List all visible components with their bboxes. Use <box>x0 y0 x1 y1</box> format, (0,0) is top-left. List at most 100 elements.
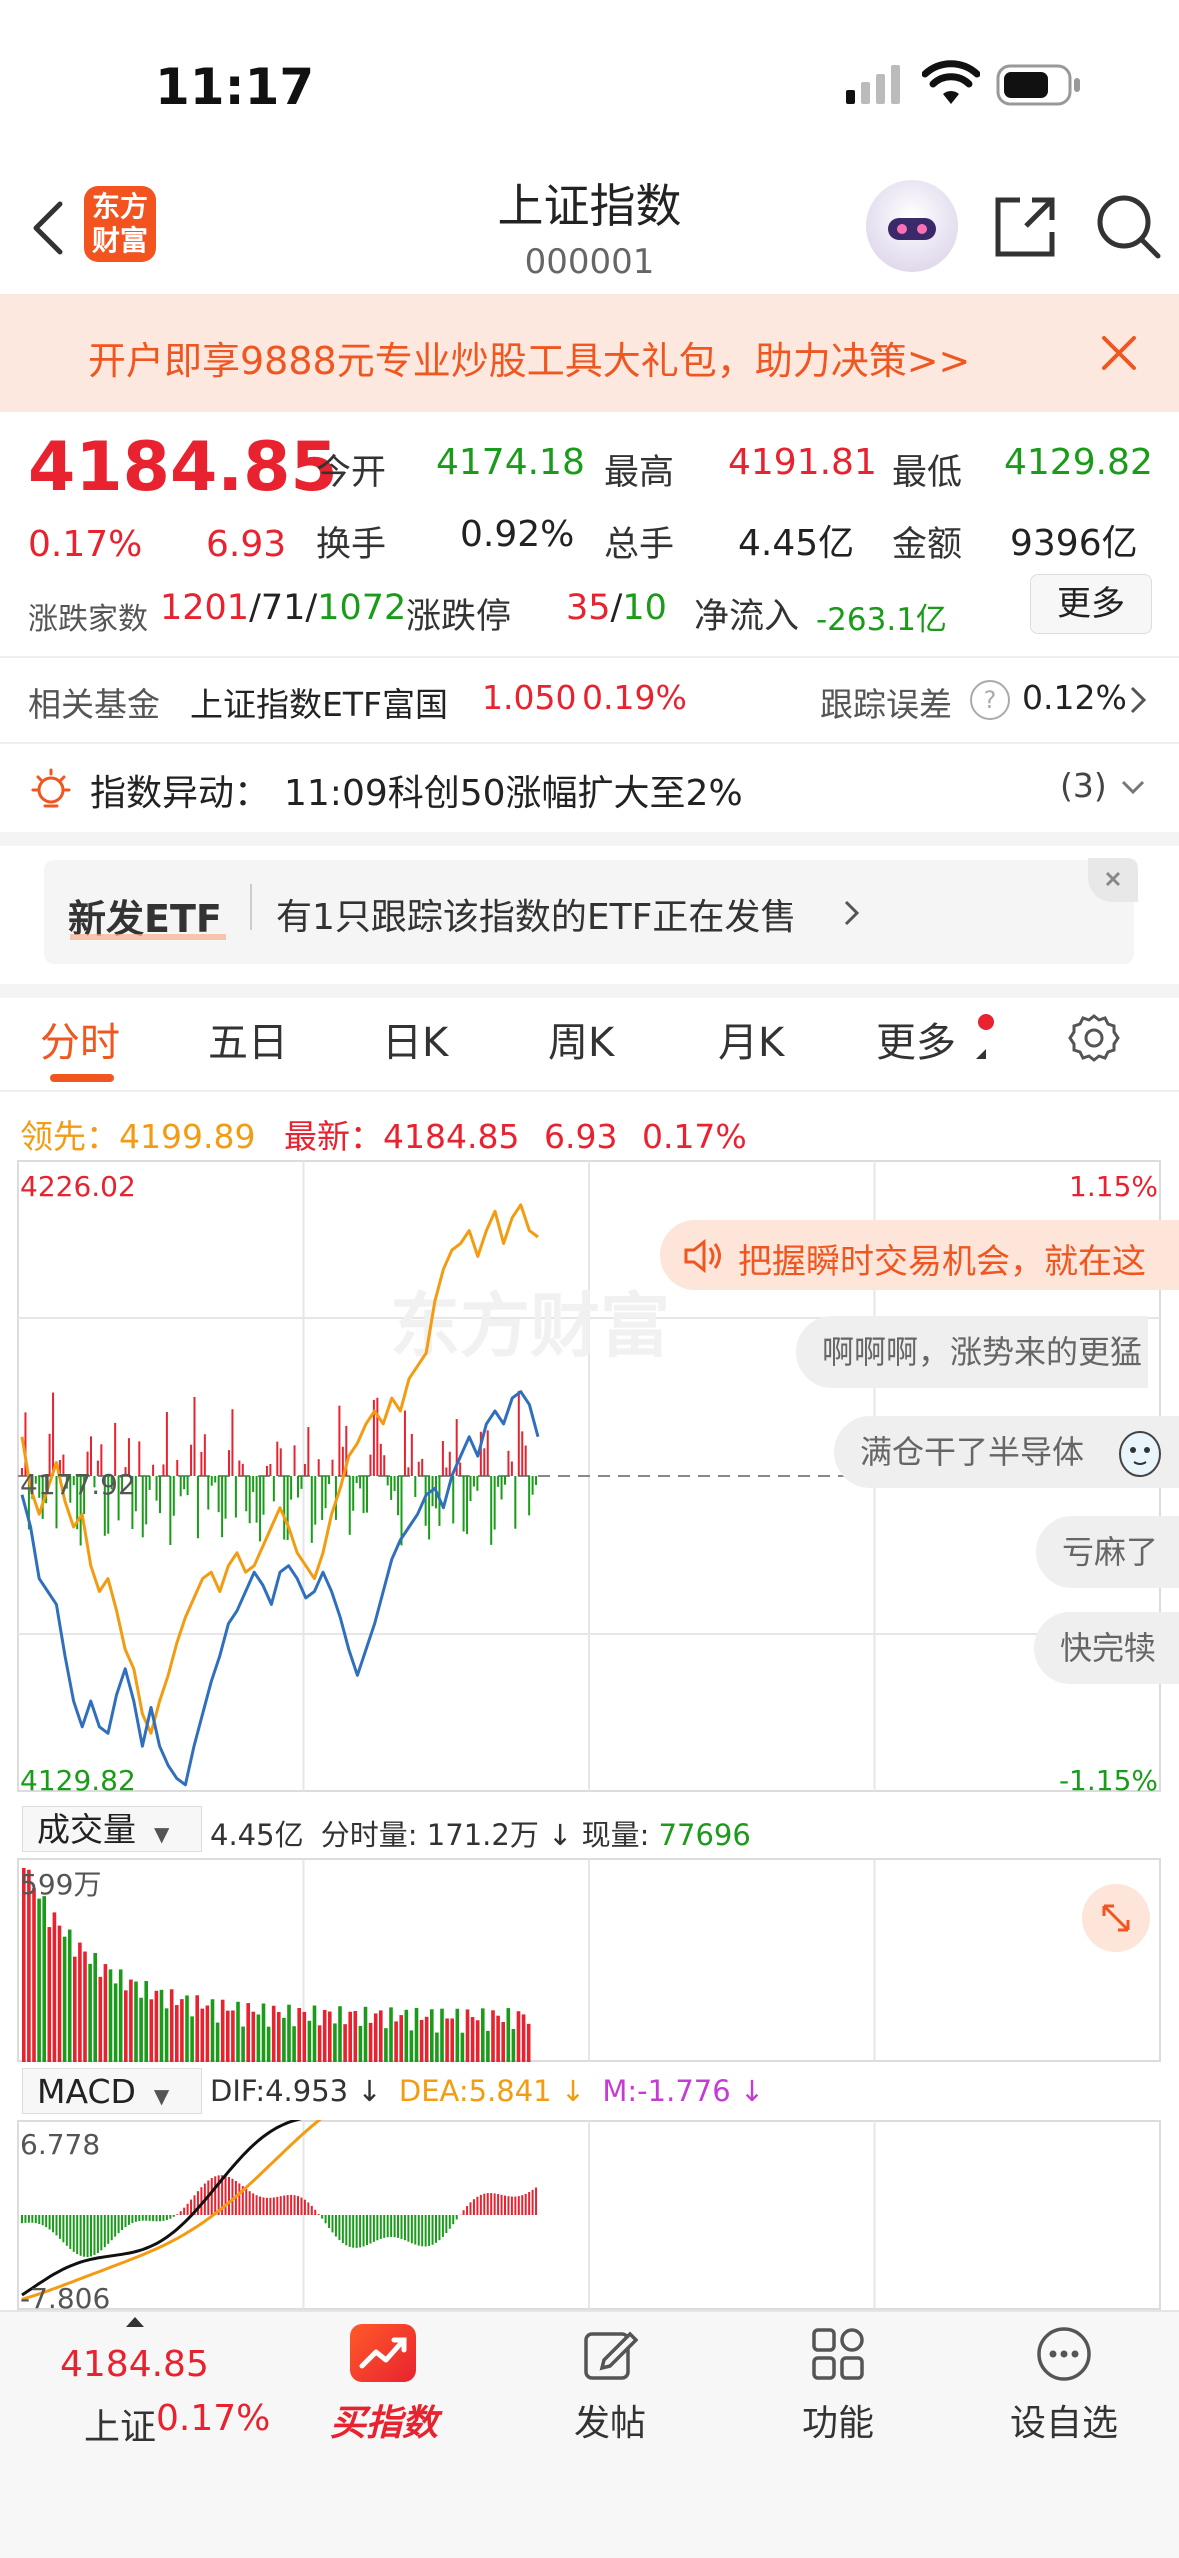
volume-bar <box>389 2007 393 2062</box>
volume-bar <box>266 2026 271 2062</box>
fund-price: 1.050 <box>482 678 577 717</box>
amount-label: 金额 <box>892 525 963 565</box>
volume-chart[interactable]: 599万 <box>0 1858 1179 2064</box>
volume-bar <box>368 2022 373 2062</box>
volume-bar <box>307 2020 312 2062</box>
volume-bar <box>506 2008 511 2062</box>
anomaly-label: 指数异动： <box>90 773 271 814</box>
volume-selector[interactable]: 成交量 ▼ <box>22 1806 202 1852</box>
speaker-icon <box>684 1238 721 1274</box>
gear-icon[interactable] <box>1068 1012 1120 1068</box>
tab-five-day[interactable]: 五日 <box>208 1010 288 1068</box>
fund-label: 相关基金 <box>28 685 160 724</box>
help-icon[interactable]: ? <box>970 680 1010 720</box>
divider <box>0 656 1179 658</box>
volume-bar <box>190 2016 194 2062</box>
bubble-comment[interactable]: 啊啊啊，涨势来的更猛 <box>796 1316 1148 1388</box>
volume-bar <box>440 2008 444 2062</box>
tab-intraday[interactable]: 分时 <box>40 1010 120 1068</box>
more-dots-icon[interactable] <box>1036 2326 1092 2386</box>
volume-bar <box>149 1999 154 2062</box>
grid-icon[interactable] <box>810 2326 866 2386</box>
robot-avatar-icon[interactable] <box>866 180 958 272</box>
tab-underline <box>50 1074 114 1082</box>
promo-banner-text[interactable]: 开户即享9888元专业炒股工具大礼包，助力决策>> <box>88 330 970 385</box>
nav-post[interactable]: 发帖 <box>550 2394 670 2446</box>
volume-bar <box>154 1990 159 2062</box>
volume-bar <box>450 2018 454 2062</box>
volume-bar <box>231 2010 235 2062</box>
edit-icon[interactable] <box>582 2326 639 2386</box>
signal-icon <box>846 62 906 106</box>
open-label: 今开 <box>316 453 387 493</box>
close-icon[interactable] <box>1088 858 1138 902</box>
nav-quote-pct[interactable]: 0.17% <box>156 2398 270 2439</box>
volume-bar <box>424 2016 429 2062</box>
divider <box>250 884 252 930</box>
section-divider <box>0 984 1179 998</box>
macd-chart[interactable]: 6.778 -7.806 <box>0 2120 1179 2310</box>
volume-bar <box>83 1951 87 2062</box>
nav-quote-name[interactable]: 上证 <box>84 2398 156 2450</box>
volume-bar <box>185 1995 189 2062</box>
macd-selector[interactable]: MACD ▼ <box>22 2068 202 2114</box>
open-value: 4174.18 <box>436 442 585 483</box>
volume-bar <box>445 2018 449 2062</box>
volume-bar <box>37 1898 41 2062</box>
volume-bar <box>526 2023 531 2062</box>
tab-more[interactable]: 更多 <box>876 1010 956 1068</box>
share-icon[interactable] <box>990 192 1060 266</box>
chevron-down-icon[interactable] <box>1120 778 1146 800</box>
volume-bar <box>88 1963 92 2062</box>
nav-buy-index[interactable]: 买指数 <box>322 2394 446 2446</box>
volume-bar <box>409 2030 414 2062</box>
volume-bar <box>108 1969 113 2062</box>
anomaly-text[interactable]: 11:09科创50涨幅扩大至2% <box>284 764 743 816</box>
nav-quote-price[interactable]: 4184.85 <box>60 2344 209 2385</box>
tab-weekly-k[interactable]: 周K <box>548 1010 614 1068</box>
volume-bar <box>159 1989 164 2062</box>
buy-index-icon[interactable] <box>350 2324 416 2382</box>
volume-bar <box>322 2009 327 2062</box>
volume-bar <box>379 2010 383 2062</box>
netflow-label: 净流入 <box>694 597 800 637</box>
up-caret-icon <box>124 2314 146 2333</box>
corner-arrow-icon <box>974 1046 988 1065</box>
volume-bar <box>42 1896 46 2062</box>
volume-bar <box>277 2012 281 2062</box>
y-axis-bottom-label: 4129.82 <box>20 1764 136 1797</box>
low-label: 最低 <box>892 453 963 493</box>
more-button[interactable]: 更多 <box>1030 574 1152 634</box>
bubble-comment[interactable]: 快完犊 <box>1034 1612 1179 1684</box>
volume-bar <box>363 2006 368 2062</box>
volume-bar <box>52 1912 57 2062</box>
tab-monthly-k[interactable]: 月K <box>718 1010 784 1068</box>
bubble-comment[interactable]: 亏麻了 <box>1036 1516 1179 1588</box>
volume-bar <box>98 1976 103 2062</box>
volume-bar <box>271 2005 276 2062</box>
volume-bar <box>465 2009 470 2062</box>
close-icon[interactable] <box>1098 332 1140 378</box>
turnover-label: 换手 <box>316 525 387 565</box>
nav-functions[interactable]: 功能 <box>778 2394 898 2446</box>
volume-bar <box>220 1999 225 2062</box>
bubble-promo[interactable]: 把握瞬时交易机会，就在这 <box>660 1220 1179 1290</box>
volume-bar <box>328 2011 332 2062</box>
tracking-label: 跟踪误差 <box>820 685 952 724</box>
volume-bar <box>455 2008 460 2062</box>
volume-bar <box>348 2011 352 2062</box>
expand-icon[interactable] <box>1082 1884 1150 1952</box>
nav-watchlist[interactable]: 设自选 <box>1000 2394 1128 2446</box>
section-divider <box>0 832 1179 846</box>
macd-top-label: 6.778 <box>20 2128 100 2161</box>
volume-bar <box>246 2003 250 2062</box>
tab-daily-k[interactable]: 日K <box>382 1010 448 1068</box>
chevron-right-icon[interactable] <box>1128 684 1148 720</box>
volume-bar <box>414 2007 419 2062</box>
volume-bar <box>343 2024 347 2062</box>
anomaly-count[interactable]: (3) <box>1060 766 1107 805</box>
volume-bar <box>404 2009 409 2062</box>
search-icon[interactable] <box>1094 192 1164 266</box>
volume-bar <box>373 2013 378 2062</box>
fund-name[interactable]: 上证指数ETF富国 <box>190 678 448 726</box>
